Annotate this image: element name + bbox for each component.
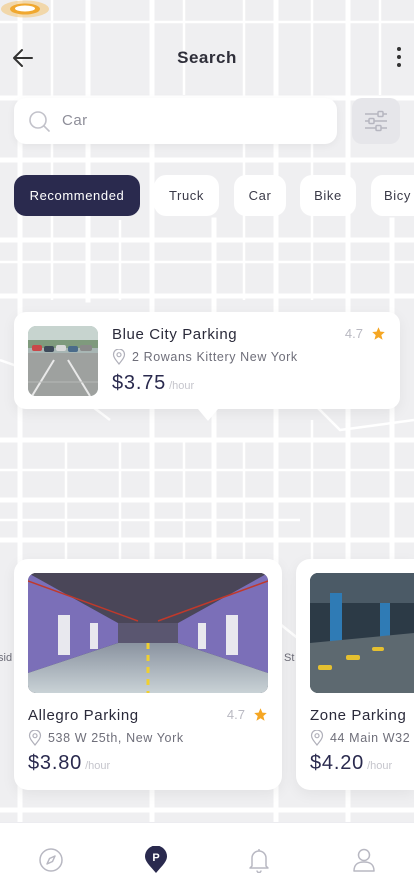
star-icon xyxy=(372,327,385,340)
sliders-icon xyxy=(365,110,387,132)
parking-name: Blue City Parking xyxy=(112,326,238,343)
chip-car[interactable]: Car xyxy=(234,175,286,216)
parking-card[interactable]: Zone Parking 44 Main W32 $4.20 /hour xyxy=(296,559,414,790)
compass-icon xyxy=(39,848,63,872)
parking-photo xyxy=(310,573,414,693)
star-icon xyxy=(254,708,267,721)
price-amount: $3.80 xyxy=(28,752,83,774)
parking-pin-icon: P xyxy=(145,846,167,873)
category-filters: Recommended Truck Car Bike Bicy xyxy=(14,175,414,217)
page-title: Search xyxy=(177,48,237,67)
search-input[interactable]: Car xyxy=(14,98,337,144)
location-pin-icon xyxy=(112,349,126,365)
location-pin-icon xyxy=(310,730,324,746)
price-amount: $4.20 xyxy=(310,752,365,774)
filter-button[interactable] xyxy=(352,98,400,144)
map-street-label: sid xyxy=(0,652,13,664)
location-pin-icon xyxy=(28,730,42,746)
parking-name: Allegro Parking xyxy=(28,707,139,724)
featured-parking-card[interactable]: Blue City Parking 4.7 2 Rowans Kittery N… xyxy=(14,312,400,421)
chip-bike[interactable]: Bike xyxy=(300,175,356,216)
parking-thumbnail xyxy=(28,326,98,396)
svg-text:P: P xyxy=(152,852,159,864)
user-icon xyxy=(353,848,375,872)
tab-notifications[interactable] xyxy=(244,845,274,875)
rating: 4.7 xyxy=(227,707,268,722)
parking-price: $3.75 /hour xyxy=(112,372,194,395)
header: Search xyxy=(0,0,414,100)
bottom-tab-bar: P xyxy=(0,822,414,896)
tab-profile[interactable] xyxy=(349,845,379,875)
rating-value: 4.7 xyxy=(226,707,245,722)
tab-parking[interactable]: P xyxy=(141,845,171,875)
search-icon xyxy=(29,111,50,132)
price-unit: /hour xyxy=(85,760,111,772)
map-street-label: St xyxy=(284,652,295,664)
chip-bicycle[interactable]: Bicy xyxy=(371,175,414,216)
bell-icon xyxy=(249,849,269,873)
chip-recommended[interactable]: Recommended xyxy=(14,175,140,216)
rating: 4.7 xyxy=(345,326,386,341)
price-unit: /hour xyxy=(367,760,393,772)
rating-value: 4.7 xyxy=(344,326,363,341)
parking-address: 538 W 25th, New York xyxy=(28,730,184,746)
chip-truck[interactable]: Truck xyxy=(154,175,219,216)
parking-address: 2 Rowans Kittery New York xyxy=(112,349,298,365)
parking-name: Zone Parking xyxy=(310,707,407,724)
more-options-icon[interactable] xyxy=(392,44,406,72)
parking-photo xyxy=(28,573,268,693)
tab-explore[interactable] xyxy=(36,845,66,875)
address-text: 2 Rowans Kittery New York xyxy=(132,350,298,364)
address-text: 44 Main W32 xyxy=(330,731,411,745)
parking-address: 44 Main W32 xyxy=(310,730,410,746)
parking-price: $3.80 /hour xyxy=(28,752,110,775)
parking-card[interactable]: Allegro Parking 4.7 538 W 25th, New York… xyxy=(14,559,282,790)
address-text: 538 W 25th, New York xyxy=(48,731,184,745)
price-amount: $3.75 xyxy=(112,372,167,394)
parking-price: $4.20 /hour xyxy=(310,752,392,775)
price-unit: /hour xyxy=(169,380,195,392)
search-value: Car xyxy=(62,112,88,129)
